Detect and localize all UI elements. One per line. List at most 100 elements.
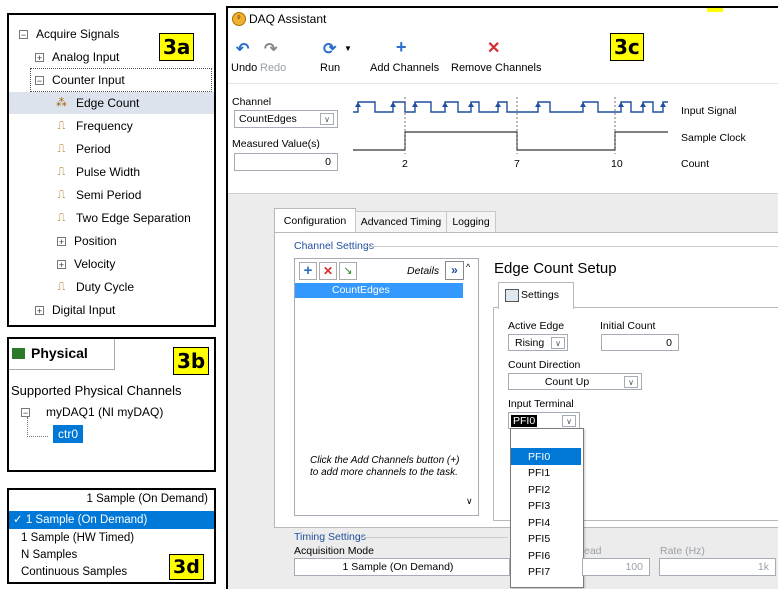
mode-option[interactable]: N Samples <box>21 549 77 561</box>
tree-counter-input[interactable]: − Counter Input <box>30 68 212 92</box>
measured-value: 0 <box>325 156 331 168</box>
undo-icon[interactable]: ↶ <box>236 39 249 59</box>
physical-tab[interactable]: Physical <box>9 339 115 370</box>
edge-arrows <box>355 102 666 107</box>
tree-analog-input[interactable]: + Analog Input <box>35 46 119 68</box>
tree-acquire-signals[interactable]: − Acquire Signals <box>19 23 119 45</box>
pulse-width-icon: ⎍ <box>57 166 66 179</box>
remove-channels-button[interactable]: Remove Channels <box>451 62 542 74</box>
tree-line <box>27 417 48 437</box>
expand-icon[interactable]: + <box>35 53 44 63</box>
add-icon[interactable]: + <box>396 37 407 58</box>
tree-label: Two Edge Separation <box>76 211 191 225</box>
chevron-down-icon[interactable]: ∨ <box>551 337 565 349</box>
tree-digital-input[interactable]: + Digital Input <box>35 299 115 321</box>
auto-icon[interactable]: ↘ <box>339 262 357 280</box>
tree-label: Digital Input <box>52 303 116 317</box>
run-dropdown-icon[interactable]: ▼ <box>344 44 352 53</box>
details-label: Details <box>407 265 440 277</box>
tree-duty-cycle[interactable]: ⎍ Duty Cycle <box>55 276 134 298</box>
redo-icon: ↷ <box>264 41 278 58</box>
acquisition-mode-label: Acquisition Mode <box>294 545 374 557</box>
expand-icon[interactable]: + <box>35 306 44 316</box>
acquisition-mode-select[interactable]: 1 Sample (On Demand) <box>294 558 510 576</box>
initial-count-label: Initial Count <box>600 320 656 332</box>
channel-list-item[interactable]: CountEdges <box>295 283 463 298</box>
tree-velocity[interactable]: + Velocity <box>57 253 115 275</box>
terminal-option[interactable]: PFI0 <box>528 451 550 463</box>
physical-heading: Supported Physical Channels <box>11 383 182 398</box>
expand-icon[interactable]: + <box>57 237 66 247</box>
settings-tab[interactable]: Settings <box>498 282 574 309</box>
tree-period[interactable]: ⎍ Period <box>55 138 111 160</box>
tree-semi-period[interactable]: ⎍ Semi Period <box>55 184 142 206</box>
samples-to-read-label: ead <box>584 545 602 557</box>
tab-advanced-timing[interactable]: Advanced Timing <box>355 211 447 234</box>
mode-option-selected[interactable]: ✓ 1 Sample (On Demand) <box>9 511 214 529</box>
mode-current[interactable]: 1 Sample (On Demand) <box>87 493 208 505</box>
count-value: 10 <box>611 158 623 170</box>
tree-label: Acquire Signals <box>36 27 120 41</box>
run-icon[interactable]: ⟳ <box>323 39 336 59</box>
tree-position[interactable]: + Position <box>57 230 117 252</box>
two-edge-icon: ⎍ <box>57 212 66 225</box>
label-3c: 3c <box>610 33 644 61</box>
tree-label: Velocity <box>74 257 116 271</box>
add-channels-hint: Click the Add Channels button (+) to add… <box>310 455 460 478</box>
scroll-up-icon[interactable]: ^ <box>466 262 470 272</box>
physical-icon <box>12 348 25 359</box>
title-bar: ᴰ DAQ Assistant <box>228 8 778 30</box>
device-label: myDAQ1 (NI myDAQ) <box>46 405 164 419</box>
run-button[interactable]: Run <box>320 62 340 74</box>
rate-label: Rate (Hz) <box>660 545 705 557</box>
remove-icon[interactable]: ✕ <box>487 38 500 58</box>
chevron-down-icon[interactable]: ∨ <box>624 376 638 388</box>
terminal-option[interactable]: PFI1 <box>528 467 550 479</box>
mode-option[interactable]: 1 Sample (HW Timed) <box>21 532 134 544</box>
terminal-option[interactable]: PFI3 <box>528 500 550 512</box>
tab-configuration[interactable]: Configuration <box>274 208 356 233</box>
tab-label: Advanced Timing <box>360 216 442 228</box>
collapse-icon[interactable]: − <box>19 30 28 40</box>
terminal-option[interactable]: PFI4 <box>528 517 550 529</box>
tree-label: Pulse Width <box>76 165 141 179</box>
details-button[interactable]: » <box>445 261 464 280</box>
label-3b: 3b <box>173 347 210 375</box>
title-highlight <box>707 8 723 12</box>
add-channels-button[interactable]: Add Channels <box>370 62 439 74</box>
channel-list-item-label: CountEdges <box>332 284 390 296</box>
collapse-icon[interactable]: − <box>35 76 44 86</box>
initial-count-field[interactable]: 0 <box>601 334 679 351</box>
chevron-down-icon[interactable]: ∨ <box>562 415 576 427</box>
tree-two-edge-separation[interactable]: ⎍ Two Edge Separation <box>55 207 191 229</box>
expand-icon[interactable]: + <box>57 260 66 270</box>
channel-ctr0[interactable]: ctr0 <box>53 425 84 443</box>
scroll-down-icon[interactable]: ∨ <box>466 496 473 507</box>
tree-panel: 3a − Acquire Signals + Analog Input − Count… <box>7 13 216 327</box>
tab-label: Configuration <box>283 215 347 227</box>
tree-label: Semi Period <box>76 188 142 202</box>
tree-frequency[interactable]: ⎍ Frequency <box>55 115 133 137</box>
add-channel-icon[interactable]: + <box>299 262 317 280</box>
undo-button[interactable]: Undo <box>231 62 257 74</box>
window-title: DAQ Assistant <box>249 12 327 26</box>
label-3d: 3d <box>169 554 204 580</box>
count-direction-select[interactable]: Count Up <box>508 373 642 390</box>
chevron-down-icon[interactable]: ∨ <box>320 113 334 125</box>
count-direction-value: Count Up <box>544 376 590 388</box>
terminal-option[interactable]: PFI2 <box>528 484 550 496</box>
tab-logging[interactable]: Logging <box>446 211 496 234</box>
tree-edge-count[interactable]: ⁂ Edge Count <box>9 92 214 114</box>
terminal-option[interactable]: PFI5 <box>528 533 550 545</box>
terminal-option[interactable]: PFI7 <box>528 566 550 578</box>
tree-label: Position <box>74 234 117 248</box>
timing-settings-line <box>360 537 508 538</box>
collapse-icon[interactable]: − <box>21 408 30 418</box>
redo-button[interactable]: Redo <box>260 62 286 74</box>
tree-label: Frequency <box>76 119 133 133</box>
rate-value: 1k <box>757 561 769 573</box>
remove-channel-icon[interactable]: ✕ <box>319 262 337 280</box>
mode-option[interactable]: Continuous Samples <box>21 566 127 578</box>
terminal-option[interactable]: PFI6 <box>528 550 550 562</box>
tree-pulse-width[interactable]: ⎍ Pulse Width <box>55 161 140 183</box>
